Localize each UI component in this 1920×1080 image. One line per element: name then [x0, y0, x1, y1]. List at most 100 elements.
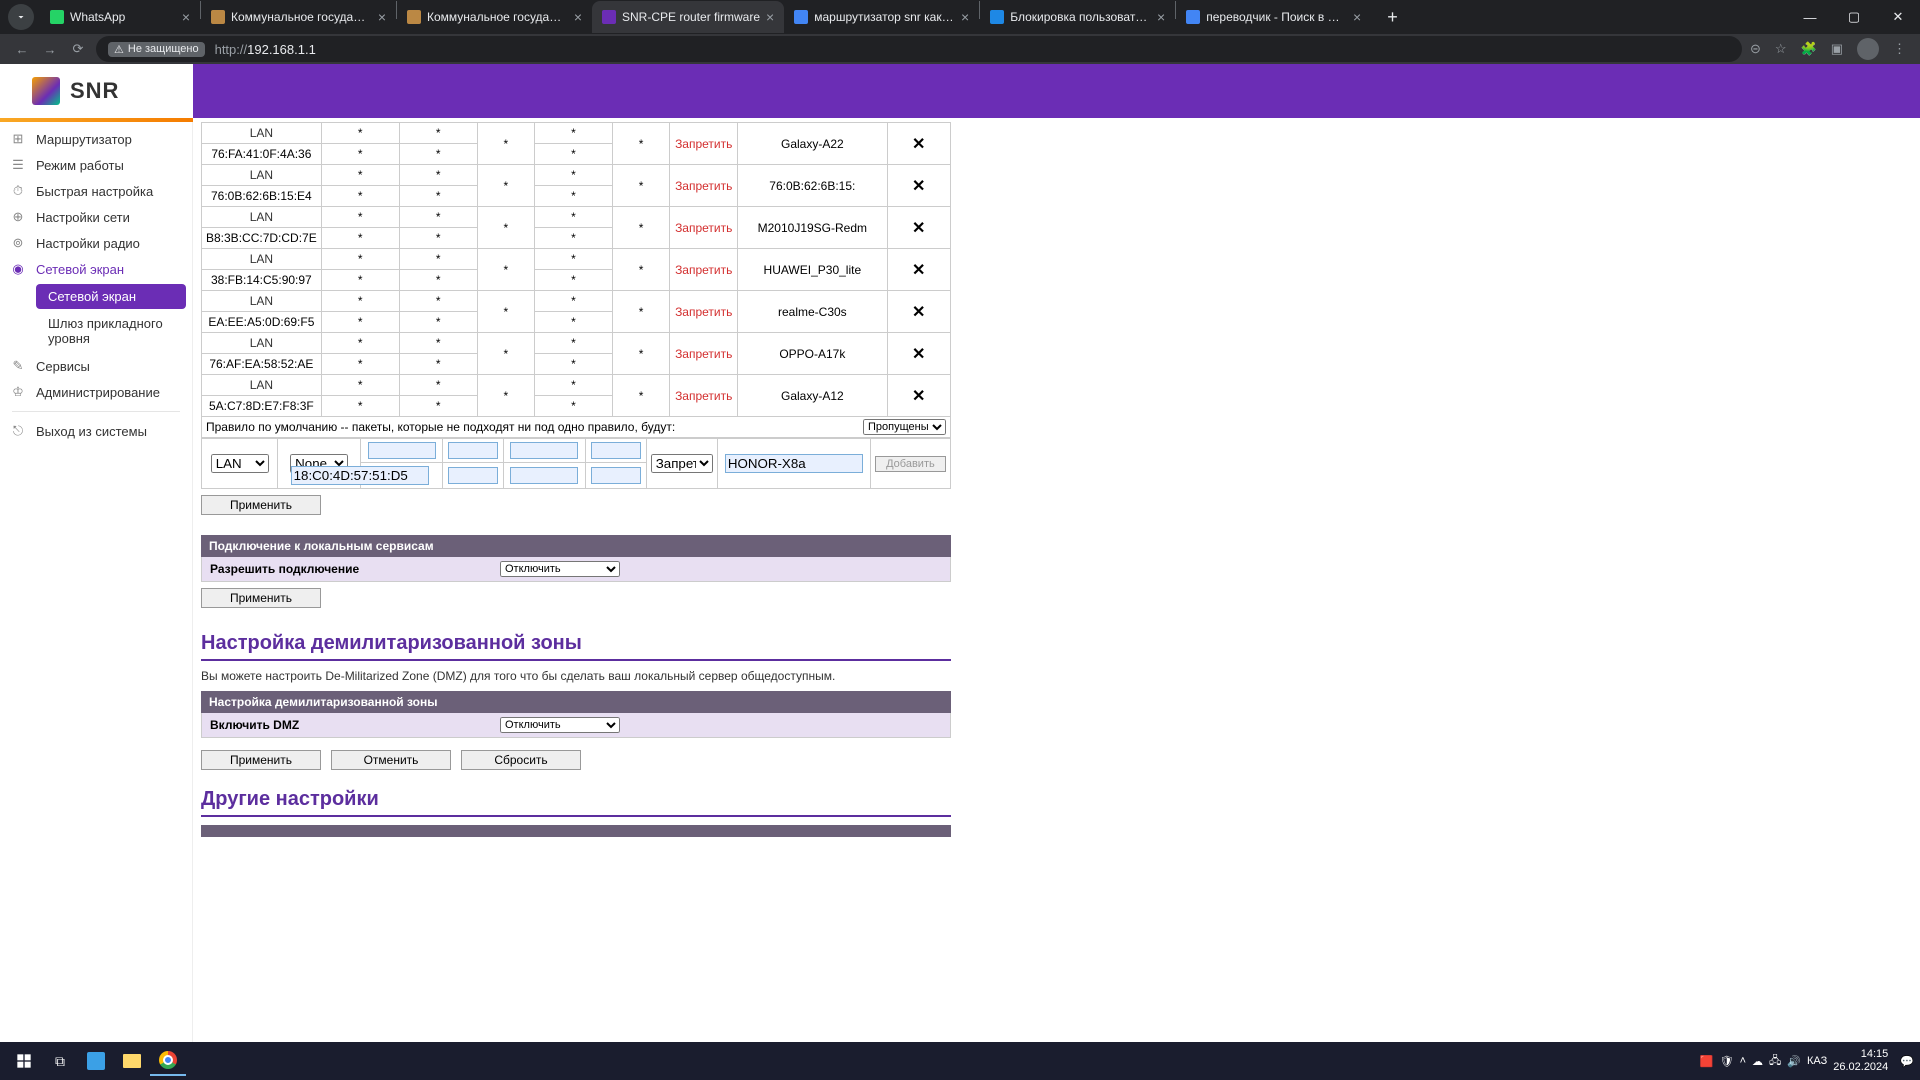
maximize-button[interactable]: ▢	[1832, 1, 1876, 33]
tab-close-icon[interactable]: ×	[574, 9, 582, 25]
tab-title: переводчик - Поиск в Google	[1206, 10, 1347, 24]
dstport-input[interactable]	[591, 442, 641, 459]
admin-icon: ♔	[10, 384, 26, 400]
tab-close-icon[interactable]: ×	[378, 9, 386, 25]
reload-button[interactable]: ⟳	[64, 35, 92, 63]
install-icon[interactable]: ⊝	[1750, 41, 1761, 57]
sidebar-subitem-5-1[interactable]: Шлюз прикладного уровня	[36, 311, 186, 351]
rule-mac: 76:FA:41:0F:4A:36	[202, 144, 322, 165]
tray-up-icon[interactable]: ˄	[1740, 1055, 1746, 1067]
tab-6[interactable]: переводчик - Поиск в Google ×	[1176, 1, 1371, 33]
rule-mac: 38:FB:14:C5:90:97	[202, 270, 322, 291]
allow-connection-row: Разрешить подключение Отключить	[201, 557, 951, 582]
tab-bar: WhatsApp×Коммунальное государственн×Комм…	[0, 0, 1920, 34]
search-tabs-button[interactable]	[8, 4, 34, 30]
delete-rule-button[interactable]: ✕	[887, 165, 951, 207]
dstip-input[interactable]	[510, 442, 578, 459]
srcport-input[interactable]	[448, 442, 498, 459]
delete-rule-button[interactable]: ✕	[887, 375, 951, 417]
tab-close-icon[interactable]: ×	[766, 9, 774, 25]
chrome-icon[interactable]	[150, 1046, 186, 1076]
delete-rule-button[interactable]: ✕	[887, 333, 951, 375]
tab-0[interactable]: WhatsApp×	[40, 1, 200, 33]
dstip2-input[interactable]	[510, 467, 578, 484]
rule-if: LAN	[202, 207, 322, 228]
apply-local-button[interactable]: Применить	[201, 588, 321, 608]
sidebar-item-3[interactable]: ⊕Настройки сети	[0, 204, 192, 230]
delete-rule-button[interactable]: ✕	[887, 249, 951, 291]
logo-cube-icon	[32, 77, 60, 105]
toolbar-right: ⊝ ☆ 🧩 ▣ ⋮	[1750, 38, 1906, 60]
sidebar-subitem-5-0[interactable]: Сетевой экран	[36, 284, 186, 309]
tab-close-icon[interactable]: ×	[1353, 9, 1361, 25]
notifications-icon[interactable]: 💬	[1900, 1055, 1914, 1068]
app1-icon[interactable]	[78, 1046, 114, 1076]
close-button[interactable]: ✕	[1876, 1, 1920, 33]
clock[interactable]: 14:15 26.02.2024	[1833, 1048, 1888, 1074]
dmz-reset-button[interactable]: Сбросить	[461, 750, 581, 770]
tab-4[interactable]: маршрутизатор snr как забло×	[784, 1, 979, 33]
srcip-input[interactable]	[368, 442, 436, 459]
delete-rule-button[interactable]: ✕	[887, 291, 951, 333]
tray-net-icon[interactable]: 🖧	[1769, 1052, 1781, 1071]
delete-rule-button[interactable]: ✕	[887, 123, 951, 165]
tab-3[interactable]: SNR-CPE router firmware×	[592, 1, 784, 33]
dstport2-input[interactable]	[591, 467, 641, 484]
tray-lang[interactable]: КАЗ	[1807, 1055, 1827, 1067]
tab-close-icon[interactable]: ×	[961, 9, 969, 25]
apply-rules-button[interactable]: Применить	[201, 495, 321, 515]
rule-name-input[interactable]	[725, 454, 863, 473]
rule-action: Запретить	[670, 375, 738, 417]
dmz-enable-select[interactable]: Отключить	[500, 717, 620, 733]
sidebar-item-8[interactable]: ⎋Выход из системы	[0, 418, 192, 444]
tray-vol-icon[interactable]: 🔊	[1787, 1055, 1801, 1068]
new-tab-button[interactable]: +	[1379, 3, 1406, 32]
sidebar-item-5[interactable]: ◉Сетевой экран	[0, 256, 192, 282]
local-services-header: Подключение к локальным сервисам	[201, 535, 951, 557]
tab-2[interactable]: Коммунальное государственн×	[397, 1, 592, 33]
forward-button[interactable]: →	[36, 35, 64, 63]
action-select[interactable]: Запретит	[651, 454, 713, 473]
menu-icon[interactable]: ⋮	[1893, 41, 1906, 57]
start-button[interactable]	[6, 1046, 42, 1076]
clock-time: 14:15	[1833, 1048, 1888, 1061]
logo[interactable]: SNR	[0, 64, 193, 118]
sidebar-item-2[interactable]: ⏱Быстрая настройка	[0, 178, 192, 204]
back-button[interactable]: ←	[8, 35, 36, 63]
minimize-button[interactable]: —	[1788, 1, 1832, 33]
srcport2-input[interactable]	[448, 467, 498, 484]
delete-rule-button[interactable]: ✕	[887, 207, 951, 249]
tab-5[interactable]: Блокировка пользователя по×	[980, 1, 1175, 33]
tab-favicon-icon	[602, 10, 616, 24]
allow-connection-select[interactable]: Отключить	[500, 561, 620, 577]
add-rule-button[interactable]: Добавить	[875, 456, 946, 472]
bookmark-icon[interactable]: ☆	[1775, 41, 1787, 57]
tray-cloud-icon[interactable]: ☁	[1752, 1055, 1763, 1068]
url-field[interactable]: ⚠ Не защищено http://192.168.1.1	[96, 36, 1742, 62]
sidebar-item-1[interactable]: ☰Режим работы	[0, 152, 192, 178]
panel-icon[interactable]: ▣	[1831, 41, 1843, 57]
tab-1[interactable]: Коммунальное государственн×	[201, 1, 396, 33]
url-text: 192.168.1.1	[247, 42, 316, 57]
tab-close-icon[interactable]: ×	[182, 9, 190, 25]
sidebar-item-7[interactable]: ♔Администрирование	[0, 379, 192, 405]
sidebar-item-4[interactable]: ⊚Настройки радио	[0, 230, 192, 256]
extensions-icon[interactable]: 🧩	[1801, 41, 1817, 57]
dmz-enable-label: Включить DMZ	[210, 718, 500, 732]
tray-shield-icon[interactable]: 🛡	[1720, 1055, 1734, 1068]
tab-close-icon[interactable]: ×	[1157, 9, 1165, 25]
sidebar-item-6[interactable]: ✎Сервисы	[0, 353, 192, 379]
not-secure-badge[interactable]: ⚠ Не защищено	[108, 42, 205, 57]
mac-input[interactable]	[291, 466, 429, 485]
explorer-icon[interactable]	[114, 1046, 150, 1076]
tray-flag-icon[interactable]: 🟥	[1700, 1055, 1714, 1068]
profile-icon[interactable]	[1857, 38, 1879, 60]
browser-chrome: WhatsApp×Коммунальное государственн×Комм…	[0, 0, 1920, 64]
dmz-apply-button[interactable]: Применить	[201, 750, 321, 770]
interface-select[interactable]: LAN	[211, 454, 269, 473]
task-view-button[interactable]: ⧉	[42, 1046, 78, 1076]
dmz-cancel-button[interactable]: Отменить	[331, 750, 451, 770]
sidebar-label: Выход из системы	[36, 424, 147, 439]
default-rule-select[interactable]: Пропущены	[863, 419, 946, 435]
sidebar-item-0[interactable]: ⊞Маршрутизатор	[0, 126, 192, 152]
